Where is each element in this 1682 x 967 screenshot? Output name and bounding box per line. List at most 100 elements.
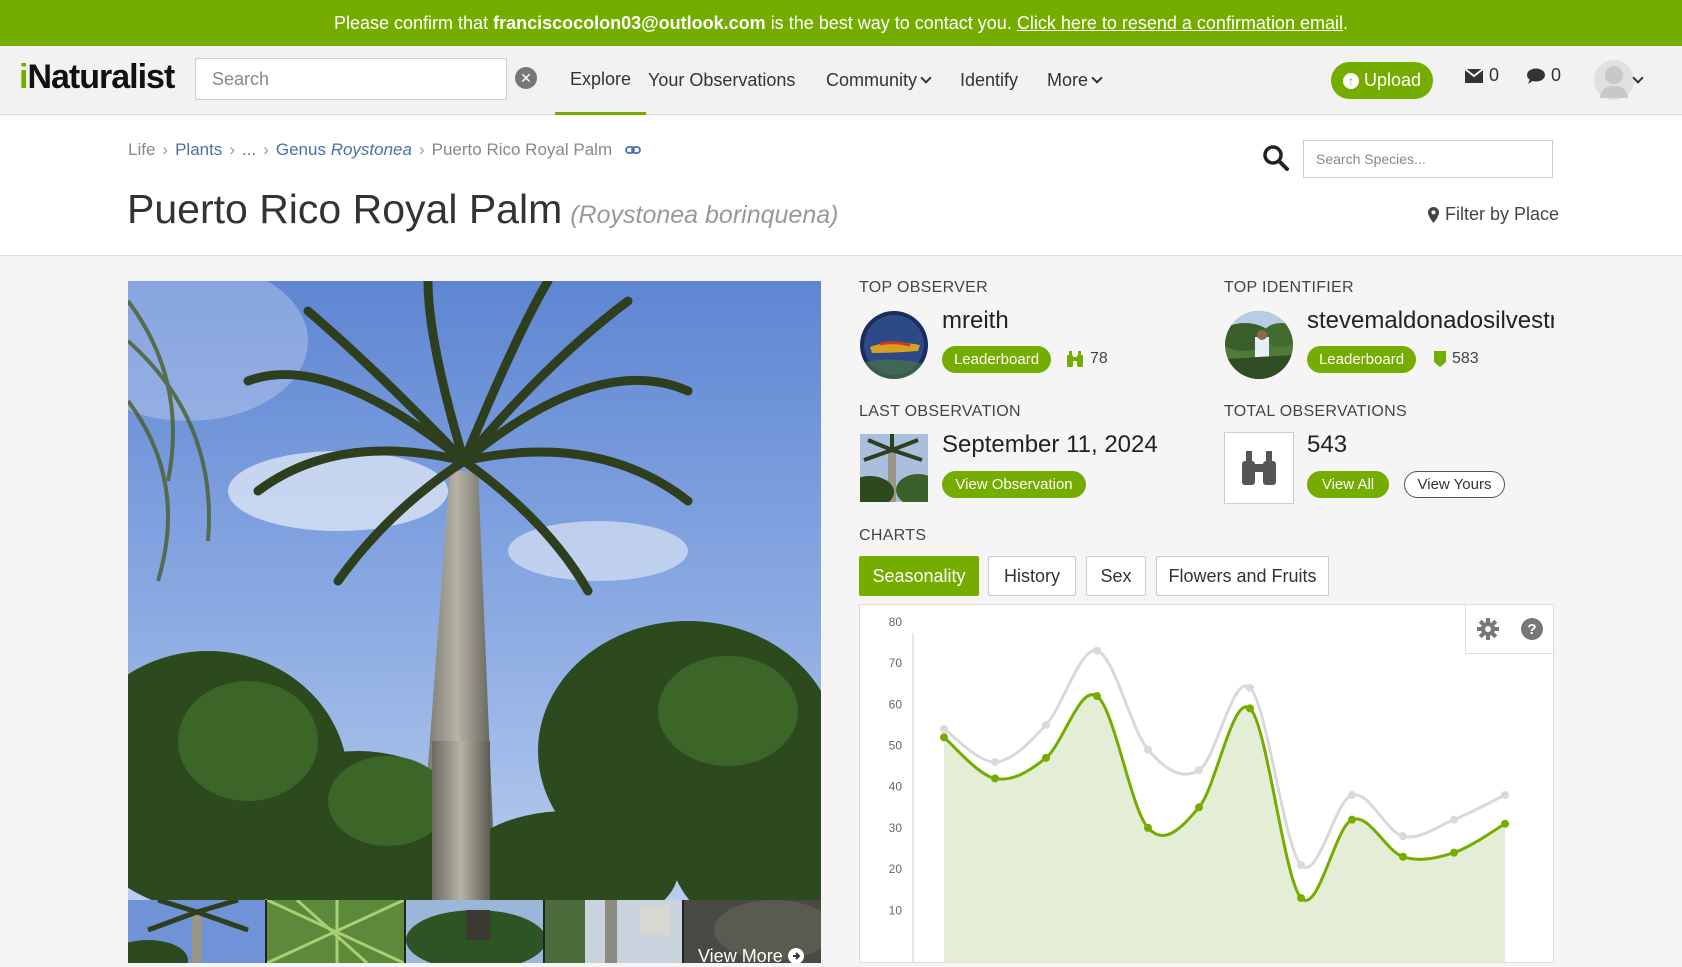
clear-search-icon[interactable]: ✕ [515, 67, 537, 89]
data-point [1501, 790, 1509, 799]
data-point [1144, 745, 1152, 754]
data-point [1297, 893, 1305, 902]
series-area [944, 694, 1505, 962]
data-point [1297, 860, 1305, 869]
top-observer-avatar[interactable] [860, 311, 928, 379]
chevron-down-icon [1091, 71, 1103, 84]
tab-seasonality[interactable]: Seasonality [859, 556, 979, 596]
banner-prefix: Please confirm that [334, 12, 489, 33]
last-observation-label: LAST OBSERVATION [859, 403, 1021, 420]
taxon-header: Life › Plants › ... › Genus Roystonea › … [0, 116, 1682, 256]
breadcrumb-genus[interactable]: Genus Roystonea [276, 140, 412, 160]
banner-suffix: . [1342, 12, 1348, 33]
tab-history[interactable]: History [988, 556, 1076, 596]
view-more-photos-button[interactable]: View More [698, 946, 804, 963]
data-point [1042, 720, 1050, 729]
svg-text:?: ? [1527, 621, 1536, 638]
last-observation-date: September 11, 2024 [942, 431, 1158, 458]
breadcrumb-life[interactable]: Life [128, 140, 155, 160]
y-tick-label: 70 [889, 656, 903, 670]
y-tick-label: 50 [889, 739, 903, 753]
data-point [1042, 753, 1050, 762]
notifications-button[interactable]: 0 [1527, 65, 1561, 86]
resend-confirmation-link[interactable]: Click here to resend a confirmation emai… [1017, 13, 1343, 34]
messages-button[interactable]: 0 [1465, 65, 1499, 86]
inaturalist-logo[interactable]: iNaturalist [19, 58, 175, 97]
chart-plot: 10 20 30 40 50 60 70 80 [889, 615, 1509, 962]
data-point [1450, 848, 1458, 857]
comment-icon [1527, 68, 1545, 84]
data-point [940, 733, 948, 742]
breadcrumb-separator: › [263, 140, 269, 159]
species-search-input[interactable] [1303, 140, 1553, 178]
chevron-down-icon[interactable] [1632, 72, 1644, 84]
data-point [1093, 646, 1101, 655]
breadcrumb: Life › Plants › ... › Genus Roystonea › … [128, 140, 642, 160]
top-observer-name[interactable]: mreith [942, 307, 1009, 335]
last-observation-photo[interactable] [846, 434, 940, 508]
chevron-down-icon [920, 71, 932, 84]
data-point [1195, 803, 1203, 812]
data-point [1450, 815, 1458, 824]
photo-thumbnail[interactable] [128, 900, 265, 963]
site-header: iNaturalist ✕ Explore Your Observations … [0, 46, 1682, 115]
top-observer-leaderboard-button[interactable]: Leaderboard [942, 346, 1051, 373]
taxon-photo[interactable]: View More [128, 281, 821, 963]
breadcrumb-separator: › [162, 140, 169, 159]
view-observation-button[interactable]: View Observation [942, 471, 1086, 498]
upload-button[interactable]: ↑ Upload [1331, 62, 1433, 99]
y-tick-label: 10 [889, 903, 903, 917]
nav-your-observations[interactable]: Your Observations [648, 46, 795, 115]
photo-thumbnail[interactable] [406, 900, 543, 963]
search-icon[interactable] [1262, 144, 1290, 172]
nav-more[interactable]: More [1047, 46, 1103, 115]
top-identifier-label: TOP IDENTIFIER [1224, 279, 1354, 296]
binoculars-icon [1067, 351, 1083, 367]
breadcrumb-ellipsis[interactable]: ... [242, 140, 256, 160]
data-point [1195, 766, 1203, 775]
breadcrumb-separator: › [418, 140, 425, 159]
top-observer-label: TOP OBSERVER [859, 279, 988, 296]
nav-identify[interactable]: Identify [960, 46, 1018, 115]
envelope-icon [1465, 68, 1483, 83]
view-yours-button[interactable]: View Yours [1404, 471, 1505, 498]
nav-community[interactable]: Community [826, 46, 932, 115]
tab-flowers-and-fruits[interactable]: Flowers and Fruits [1156, 556, 1329, 596]
gear-icon[interactable] [1477, 618, 1499, 640]
data-point [1093, 692, 1101, 701]
banner-email: franciscocolon03@outlook.com [493, 12, 766, 33]
top-identifier-leaderboard-button[interactable]: Leaderboard [1307, 346, 1416, 373]
top-observer-count: 78 [1066, 350, 1108, 368]
view-all-button[interactable]: View All [1307, 471, 1389, 498]
y-tick-label: 20 [889, 862, 903, 876]
total-observations-icon-box [1224, 432, 1294, 504]
photo-thumbnail[interactable] [545, 900, 682, 963]
tab-sex[interactable]: Sex [1086, 556, 1146, 596]
nav-explore[interactable]: Explore [555, 46, 647, 115]
top-identifier-count: 583 [1434, 350, 1479, 368]
data-point [1348, 790, 1356, 799]
photo-thumbnail[interactable] [267, 900, 404, 963]
data-point [1399, 832, 1407, 841]
breadcrumb-separator: › [229, 140, 236, 159]
user-avatar[interactable] [1594, 60, 1634, 100]
breadcrumb-plants[interactable]: Plants [175, 140, 222, 160]
top-identifier-avatar[interactable] [1225, 311, 1293, 379]
arrow-circle-right-icon [787, 948, 804, 963]
charts-label: CHARTS [859, 527, 927, 544]
help-icon[interactable]: ? [1521, 618, 1543, 640]
scientific-name: (Roystonea borinquena) [570, 201, 839, 229]
banner-middle: is the best way to contact you. [770, 12, 1012, 33]
site-search-input[interactable] [195, 58, 507, 100]
chart-tools: ? [1465, 605, 1554, 654]
link-icon[interactable] [625, 145, 642, 155]
identification-tag-icon [1434, 351, 1446, 367]
data-point [940, 725, 948, 734]
data-point [1348, 815, 1356, 824]
top-identifier-name[interactable]: stevemaldonadosilvestrir [1307, 307, 1554, 335]
common-name: Puerto Rico Royal Palm [127, 186, 563, 232]
filter-by-place-button[interactable]: Filter by Place [1428, 204, 1559, 225]
confirm-email-banner: Please confirm that franciscocolon03@out… [0, 0, 1682, 46]
breadcrumb-current: Puerto Rico Royal Palm [431, 140, 613, 159]
data-point [991, 757, 999, 766]
